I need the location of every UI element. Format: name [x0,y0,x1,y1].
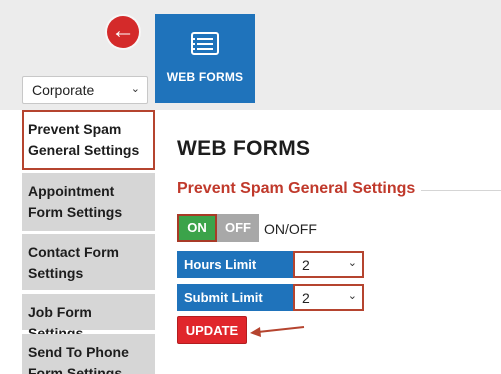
back-arrow-icon[interactable]: ← [107,16,139,48]
sidebar-item-prevent-spam[interactable]: Prevent Spam General Settings [22,110,155,170]
sidebar-item-label: Send To Phone Form Settings [28,344,129,374]
page-title: WEB FORMS [177,137,311,160]
section-divider [421,190,501,191]
toggle-caption: ON/OFF [264,221,317,237]
section-title: Prevent Spam General Settings [177,180,416,197]
submit-limit-select[interactable]: 2 ⌄ [293,284,364,311]
sidebar-item-contact-form[interactable]: Contact Form Settings [22,234,155,290]
chevron-down-icon: ⌄ [130,83,140,95]
spam-toggle[interactable]: ON OFF [177,214,259,242]
toggle-off-button[interactable]: OFF [217,214,259,242]
hours-limit-label: Hours Limit [177,251,293,278]
sidebar-item-label: Prevent Spam General Settings [28,121,140,158]
sidebar-item-job-form[interactable]: Job Form Settings [22,294,155,341]
pointer-arrow-icon [250,326,305,337]
toggle-on-button[interactable]: ON [177,214,217,242]
sidebar-item-send-to-phone[interactable]: Send To Phone Form Settings [22,334,155,374]
update-button[interactable]: UPDATE [177,316,247,344]
location-select-value: Corporate [32,82,95,98]
hours-limit-select[interactable]: 2 ⌄ [293,251,364,278]
submit-limit-value: 2 [302,290,310,306]
chevron-down-icon: ⌄ [347,290,357,302]
location-select[interactable]: Corporate ⌄ [22,76,148,104]
sidebar-item-appointment-form[interactable]: Appointment Form Settings [22,173,155,231]
form-list-icon [191,32,219,55]
web-forms-tile[interactable]: WEB FORMS [155,14,255,103]
hours-limit-value: 2 [302,257,310,273]
sidebar-item-label: Contact Form Settings [28,244,119,281]
sidebar-item-label: Appointment Form Settings [28,183,123,220]
web-forms-tile-label: WEB FORMS [166,70,244,84]
submit-limit-label: Submit Limit [177,284,293,311]
chevron-down-icon: ⌄ [347,257,357,269]
